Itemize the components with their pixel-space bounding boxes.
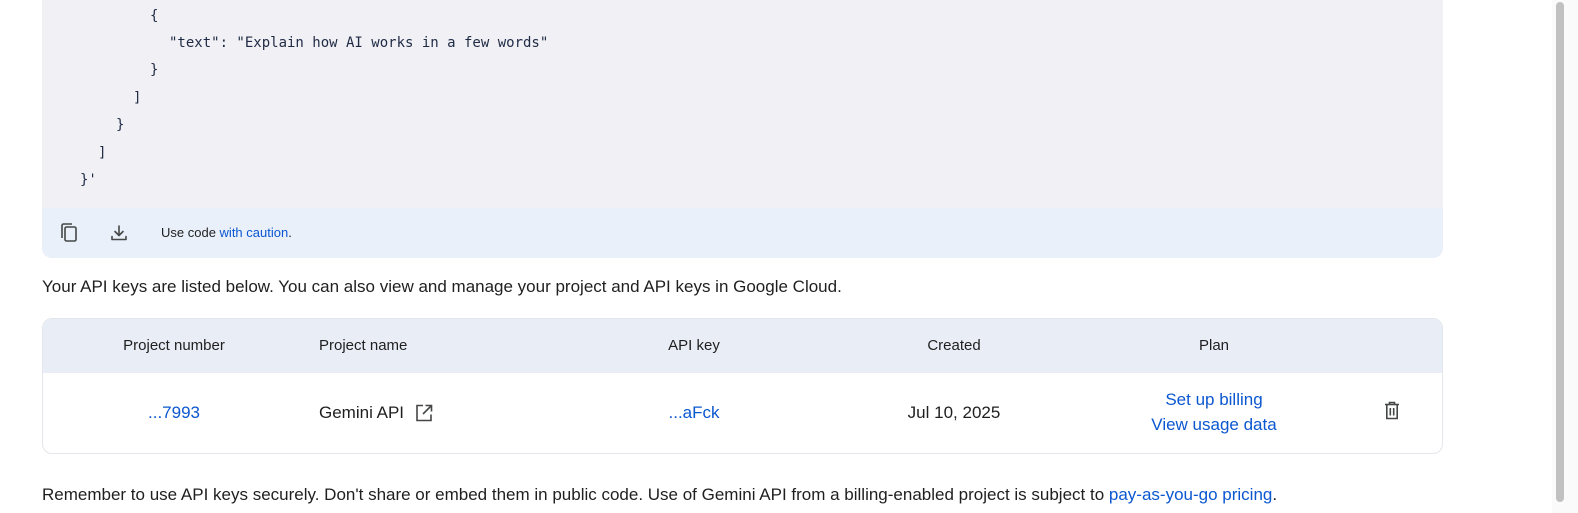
header-plan: Plan: [1198, 337, 1230, 354]
security-note-suffix: .: [1272, 485, 1278, 504]
code-line: }': [80, 172, 97, 188]
scrollbar-thumb[interactable]: [1556, 2, 1564, 502]
api-keys-table: Project number Project name API key Crea…: [42, 318, 1443, 454]
header-project-name: Project name: [319, 337, 408, 354]
code-line: }: [150, 62, 159, 78]
pricing-link[interactable]: pay-as-you-go pricing: [1109, 485, 1272, 504]
header-created: Created: [927, 337, 981, 354]
code-footer: Use code with caution.: [42, 208, 1443, 258]
api-keys-intro: Your API keys are listed below. You can …: [42, 277, 842, 296]
table-header: Project number Project name API key Crea…: [43, 319, 1442, 373]
caution-link[interactable]: with caution: [220, 225, 289, 240]
caution-prefix: Use code: [161, 225, 216, 240]
project-number-link[interactable]: ...7993: [148, 403, 200, 423]
copy-icon[interactable]: [55, 219, 83, 247]
caution-suffix: .: [288, 225, 292, 240]
code-line: }: [116, 117, 125, 133]
project-name: Gemini API: [319, 403, 405, 422]
api-key-link[interactable]: ...aFck: [668, 403, 719, 423]
code-line: {: [150, 8, 159, 24]
project-name-link[interactable]: Gemini API: [319, 403, 434, 423]
code-line: "text": "Explain how AI works in a few w…: [169, 35, 549, 51]
header-project-number: Project number: [123, 337, 225, 354]
code-line: ]: [98, 145, 107, 161]
delete-icon[interactable]: [1384, 401, 1400, 425]
created-date: Jul 10, 2025: [907, 403, 1001, 422]
api-key-security-note: Remember to use API keys securely. Don't…: [42, 485, 1277, 505]
code-line: ]: [133, 90, 142, 106]
view-usage-data-link[interactable]: View usage data: [1151, 415, 1276, 435]
code-block: { "text": "Explain how AI works in a few…: [42, 0, 1443, 258]
caution-note: Use code with caution.: [161, 225, 292, 240]
security-note-text: Remember to use API keys securely. Don't…: [42, 485, 1109, 504]
header-api-key: API key: [668, 337, 720, 354]
open-external-icon[interactable]: [414, 403, 434, 423]
set-up-billing-link[interactable]: Set up billing: [1165, 390, 1262, 410]
download-icon[interactable]: [105, 219, 133, 247]
